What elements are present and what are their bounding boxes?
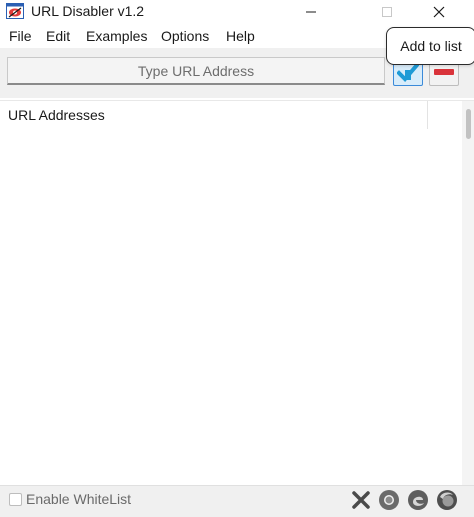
window-title: URL Disabler v1.2	[31, 3, 145, 19]
title-bar: URL Disabler v1.2	[0, 0, 474, 24]
firefox-button[interactable]	[436, 489, 458, 511]
app-window: URL Disabler v1.2 File Edit Examples Opt…	[0, 0, 474, 517]
chrome-browser-icon	[379, 490, 399, 510]
whitelist-label[interactable]: Enable WhiteList	[26, 491, 131, 507]
chrome-button[interactable]	[378, 489, 400, 511]
close-button[interactable]	[416, 0, 462, 24]
add-to-list-tooltip: Add to list	[386, 27, 474, 65]
clear-list-button[interactable]	[350, 489, 372, 511]
whitelist-checkbox[interactable]	[9, 493, 22, 506]
clear-x-icon	[352, 491, 370, 509]
remove-url-icon	[434, 69, 454, 75]
edge-browser-icon	[408, 490, 428, 510]
list-header-label: URL Addresses	[8, 107, 105, 123]
maximize-button[interactable]	[364, 0, 410, 24]
maximize-icon	[382, 7, 392, 17]
status-bar: Enable WhiteList	[0, 485, 474, 517]
scroll-thumb[interactable]	[466, 109, 471, 139]
firefox-browser-icon	[437, 490, 457, 510]
menu-options[interactable]: Options	[161, 28, 209, 44]
url-input[interactable]	[7, 57, 385, 85]
list-column-header[interactable]: URL Addresses	[0, 101, 428, 129]
menu-examples[interactable]: Examples	[86, 28, 147, 44]
menu-file[interactable]: File	[9, 28, 32, 44]
list-scrollbar[interactable]	[462, 101, 474, 486]
minimize-icon	[306, 11, 316, 13]
close-icon	[433, 6, 445, 18]
app-logo-icon	[6, 3, 24, 19]
minimize-button[interactable]	[288, 0, 334, 24]
url-list[interactable]: URL Addresses	[0, 100, 474, 486]
edge-button[interactable]	[407, 489, 429, 511]
menu-edit[interactable]: Edit	[46, 28, 70, 44]
add-url-icon	[397, 62, 419, 82]
menu-help[interactable]: Help	[226, 28, 255, 44]
